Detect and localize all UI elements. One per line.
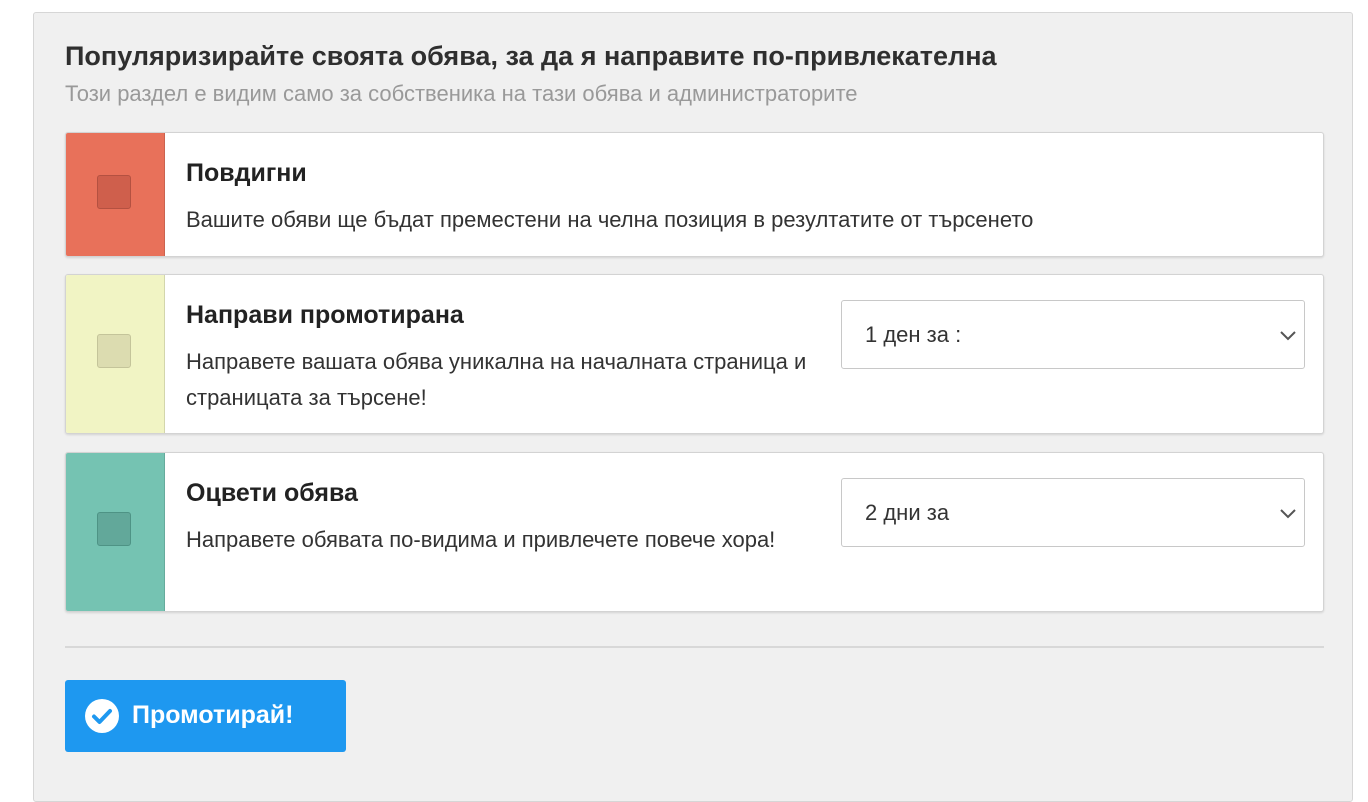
- option-title: Направи промотирана: [186, 301, 464, 329]
- option-title: Оцвети обява: [186, 479, 358, 507]
- option-description: Направете вашата обява уникална на начал…: [186, 349, 807, 410]
- featured-duration-select[interactable]: 1 ден за :: [841, 300, 1305, 369]
- option-card-highlight: Оцвети обява Направете обявата по-видима…: [65, 452, 1324, 612]
- option-color-strip: [66, 275, 165, 433]
- select-value: 1 ден за :: [865, 322, 962, 347]
- option-title: Повдигни: [186, 159, 307, 187]
- highlight-checkbox-icon[interactable]: [97, 512, 131, 546]
- option-card-bump: Повдигни Вашите обяви ще бъдат преместен…: [65, 132, 1324, 257]
- page-title: Популяризирайте своята обява, за да я на…: [65, 41, 997, 71]
- chevron-down-icon: [1280, 331, 1296, 341]
- option-description: Вашите обяви ще бъдат преместени на челн…: [186, 207, 1034, 232]
- promote-panel: Популяризирайте своята обява, за да я на…: [33, 12, 1353, 802]
- option-color-strip: [66, 453, 165, 611]
- promote-button-label: Промотирай!: [132, 701, 294, 729]
- bump-checkbox-icon[interactable]: [97, 175, 131, 209]
- select-value: 2 дни за: [865, 500, 950, 525]
- option-description: Направете обявата по-видима и привлечете…: [186, 527, 776, 552]
- featured-checkbox-icon[interactable]: [97, 334, 131, 368]
- promote-button[interactable]: Промотирай!: [65, 680, 346, 752]
- page-subtitle: Този раздел е видим само за собственика …: [65, 81, 858, 106]
- option-color-strip: [66, 133, 165, 256]
- option-card-featured: Направи промотирана Направете вашата обя…: [65, 274, 1324, 434]
- check-circle-icon: [85, 699, 119, 733]
- highlight-duration-select[interactable]: 2 дни за: [841, 478, 1305, 547]
- divider: [65, 646, 1324, 648]
- chevron-down-icon: [1280, 509, 1296, 519]
